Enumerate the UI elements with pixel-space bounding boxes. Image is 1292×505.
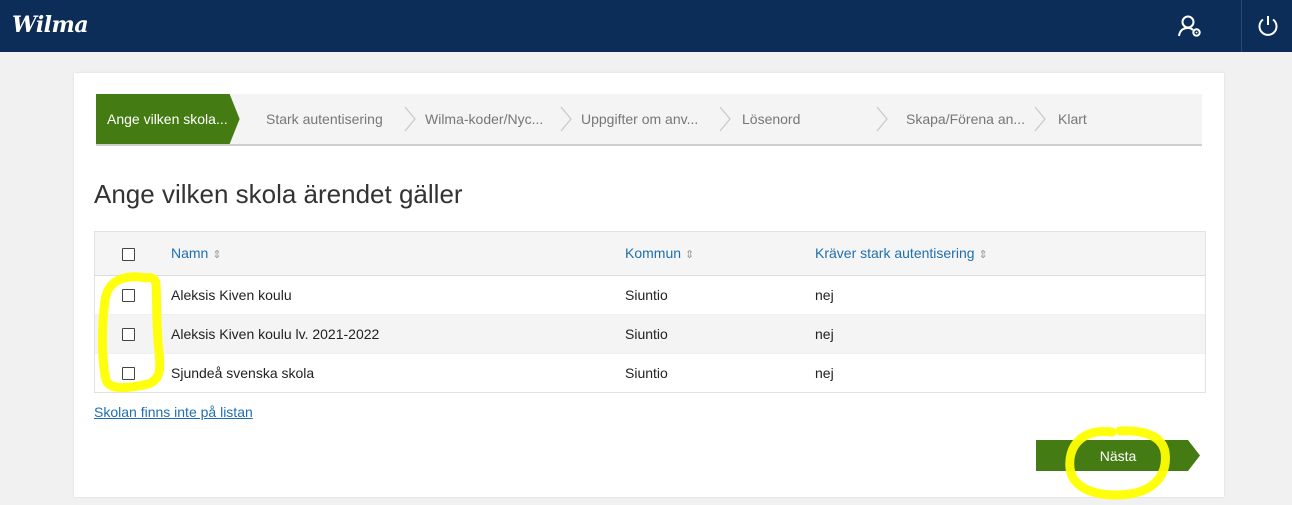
row-checkbox[interactable] xyxy=(122,289,135,302)
chevron-right-icon xyxy=(560,106,572,132)
chevron-right-icon xyxy=(719,106,731,132)
select-all-checkbox[interactable] xyxy=(122,248,135,261)
sort-icon: ⇕ xyxy=(212,249,222,261)
row-checkbox[interactable] xyxy=(122,367,135,380)
chevron-right-icon xyxy=(404,106,416,132)
wilma-logo[interactable]: Wilma xyxy=(12,12,89,38)
power-icon[interactable] xyxy=(1241,0,1292,52)
step-school[interactable]: Ange vilken skola... xyxy=(96,94,240,144)
school-strong-auth: nej xyxy=(815,287,834,303)
main-panel: Ange vilken skola... Stark autentisering… xyxy=(74,73,1224,497)
next-button[interactable]: Nästa xyxy=(1036,440,1200,471)
top-bar: Wilma xyxy=(0,0,1292,52)
table-row[interactable]: Aleksis Kiven koulu lv. 2021-2022 Siunti… xyxy=(95,315,1205,354)
school-name: Sjundeå svenska skola xyxy=(171,365,315,381)
school-strong-auth: nej xyxy=(815,326,834,342)
school-kommun: Siuntio xyxy=(625,326,668,342)
user-settings-icon[interactable] xyxy=(1164,0,1216,52)
column-header-kommun[interactable]: Kommun ⇕ xyxy=(625,245,694,261)
step-password: Lösenord xyxy=(742,111,801,127)
step-create-account: Skapa/Förena an... xyxy=(906,111,1026,127)
row-checkbox[interactable] xyxy=(122,328,135,341)
sort-icon: ⇕ xyxy=(978,249,988,261)
column-header-namn[interactable]: Namn ⇕ xyxy=(171,245,222,261)
school-table: Namn ⇕ Kommun ⇕ Kräver stark autentisering… xyxy=(94,231,1206,393)
table-row[interactable]: Sjundeå svenska skola Siuntio nej xyxy=(95,354,1205,392)
school-name: Aleksis Kiven koulu xyxy=(171,287,292,303)
table-row[interactable]: Aleksis Kiven koulu Siuntio nej xyxy=(95,276,1205,315)
step-user-info: Uppgifter om anv... xyxy=(581,111,699,127)
school-kommun: Siuntio xyxy=(625,365,668,381)
school-not-listed-link[interactable]: Skolan finns inte på listan xyxy=(94,404,253,420)
school-strong-auth: nej xyxy=(815,365,834,381)
wizard-steps: Ange vilken skola... Stark autentisering… xyxy=(96,94,1202,146)
column-header-stark[interactable]: Kräver stark autentisering ⇕ xyxy=(815,245,988,261)
step-strong-auth: Stark autentisering xyxy=(266,111,383,127)
chevron-right-icon xyxy=(876,106,888,132)
step-done: Klart xyxy=(1058,111,1087,127)
table-header: Namn ⇕ Kommun ⇕ Kräver stark autentisering… xyxy=(95,232,1205,276)
school-name: Aleksis Kiven koulu lv. 2021-2022 xyxy=(171,326,380,342)
step-wilma-codes: Wilma-koder/Nyc... xyxy=(425,111,544,127)
chevron-right-icon xyxy=(1034,106,1046,132)
sort-icon: ⇕ xyxy=(685,249,695,261)
page-title: Ange vilken skola ärendet gäller xyxy=(94,179,463,209)
school-kommun: Siuntio xyxy=(625,287,668,303)
